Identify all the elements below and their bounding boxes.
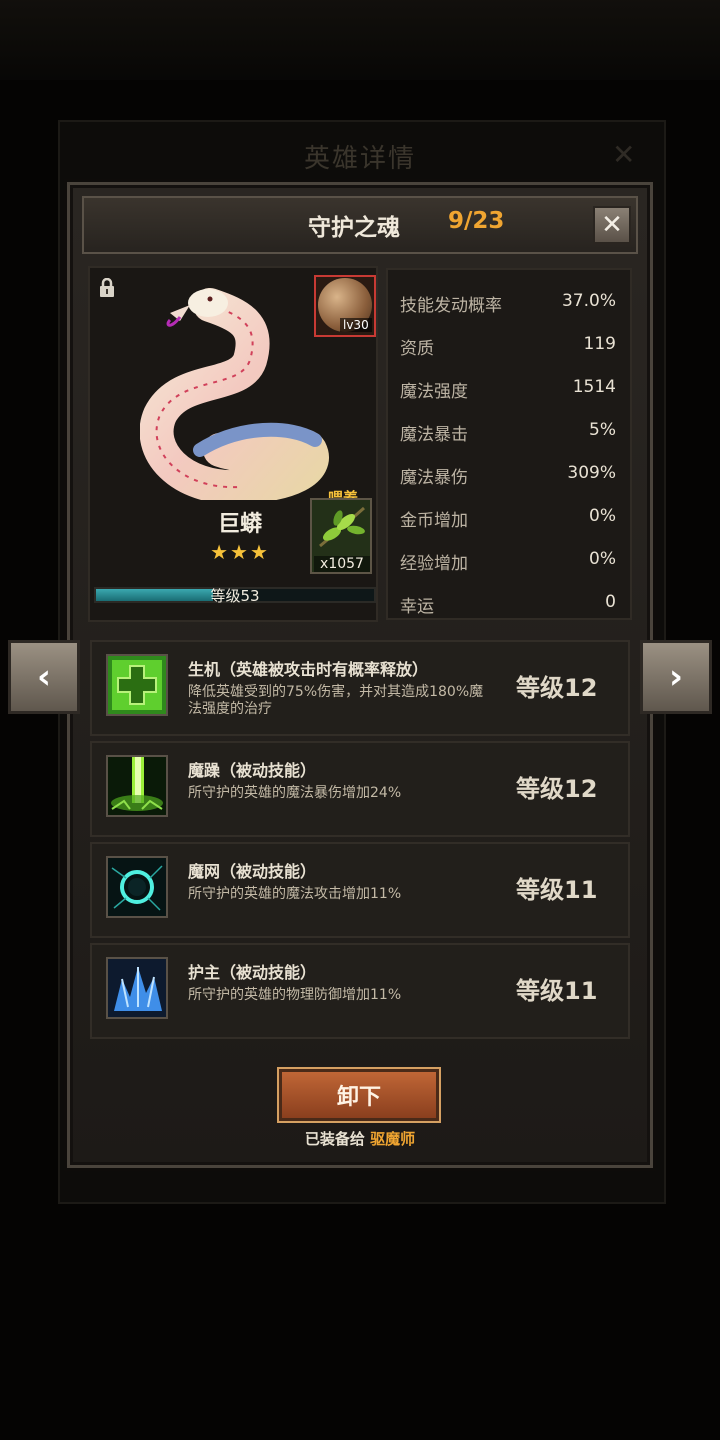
feed-herb-icon bbox=[319, 506, 365, 548]
stat-value: 37.0% bbox=[561, 291, 616, 311]
chevron-right-icon: › bbox=[668, 657, 683, 697]
feed-count: x1057 bbox=[314, 556, 370, 572]
skill-title: 护主（被动技能） bbox=[188, 963, 317, 982]
equipped-info: 已装备给 驱魔师 bbox=[0, 1128, 720, 1149]
skill-description: 降低英雄受到的75%伤害，并对其造成180%魔法强度的治疗 bbox=[188, 684, 484, 717]
hero-level: 等级53 bbox=[210, 587, 260, 605]
close-button[interactable]: ✕ bbox=[593, 206, 631, 244]
lock-icon[interactable] bbox=[98, 278, 116, 298]
stat-label: 幸运 bbox=[400, 597, 434, 617]
magic-ring-icon bbox=[106, 856, 168, 918]
skill-description: 所守护的英雄的魔法攻击增加11% bbox=[188, 886, 402, 902]
skill-title: 魔躁（被动技能） bbox=[188, 761, 317, 780]
stat-label: 魔法暴击 bbox=[400, 425, 468, 445]
chevron-left-icon: ‹ bbox=[36, 657, 51, 697]
orb-level-badge: lv30 bbox=[340, 318, 372, 332]
unequip-button[interactable]: 卸下 bbox=[279, 1069, 439, 1121]
equipped-hero-name[interactable]: 驱魔师 bbox=[370, 1130, 415, 1148]
background-status-bar bbox=[0, 0, 720, 80]
skill-title: 生机（英雄被攻击时有概率释放） bbox=[188, 660, 429, 679]
equipped-prefix: 已装备给 bbox=[304, 1130, 365, 1148]
stat-label: 资质 bbox=[400, 339, 434, 359]
stat-value: 0% bbox=[589, 506, 616, 526]
skill-level: 等级12 bbox=[516, 674, 598, 702]
stat-label: 技能发动概率 bbox=[400, 296, 502, 316]
next-soul-button[interactable]: › bbox=[640, 640, 712, 714]
stat-value: 0 bbox=[605, 592, 616, 612]
green-beam-icon bbox=[106, 755, 168, 817]
skill-level: 等级11 bbox=[516, 876, 598, 904]
stat-row: 经验增加 0% bbox=[400, 549, 616, 574]
stat-row: 魔法强度 1514 bbox=[400, 377, 616, 402]
stat-row: 幸运 0 bbox=[400, 592, 616, 617]
ice-crystal-icon bbox=[106, 957, 168, 1019]
background-close-icon: ✕ bbox=[612, 138, 636, 171]
python-guardian-image bbox=[140, 288, 329, 500]
skill-description: 所守护的英雄的魔法暴伤增加24% bbox=[188, 785, 402, 801]
stat-row: 魔法暴击 5% bbox=[400, 420, 616, 445]
stat-value: 119 bbox=[583, 334, 616, 354]
stat-label: 魔法强度 bbox=[400, 382, 468, 402]
dialog-title: 守护之魂 bbox=[308, 215, 400, 241]
close-icon: ✕ bbox=[601, 210, 623, 240]
heal-cross-icon bbox=[106, 654, 168, 716]
stat-row: 金币增加 0% bbox=[400, 506, 616, 531]
skill-description: 所守护的英雄的物理防御增加11% bbox=[188, 987, 402, 1003]
stat-label: 金币增加 bbox=[400, 511, 468, 531]
skill-level: 等级12 bbox=[516, 775, 598, 803]
soul-count: 9/23 bbox=[448, 208, 505, 234]
stat-value: 309% bbox=[567, 463, 616, 483]
stat-label: 经验增加 bbox=[400, 554, 468, 574]
stat-value: 0% bbox=[589, 549, 616, 569]
stat-value: 1514 bbox=[572, 377, 616, 397]
prev-soul-button[interactable]: ‹ bbox=[8, 640, 80, 714]
stat-value: 5% bbox=[589, 420, 616, 440]
hero-name: 巨蟒 bbox=[217, 512, 262, 537]
star-rating: ★★★ bbox=[210, 540, 270, 564]
stat-row: 技能发动概率 37.0% bbox=[400, 291, 616, 316]
stat-label: 魔法暴伤 bbox=[400, 468, 468, 488]
skill-level: 等级11 bbox=[516, 977, 598, 1005]
stat-row: 魔法暴伤 309% bbox=[400, 463, 616, 488]
skill-title: 魔网（被动技能） bbox=[188, 862, 317, 881]
stat-row: 资质 119 bbox=[400, 334, 616, 359]
